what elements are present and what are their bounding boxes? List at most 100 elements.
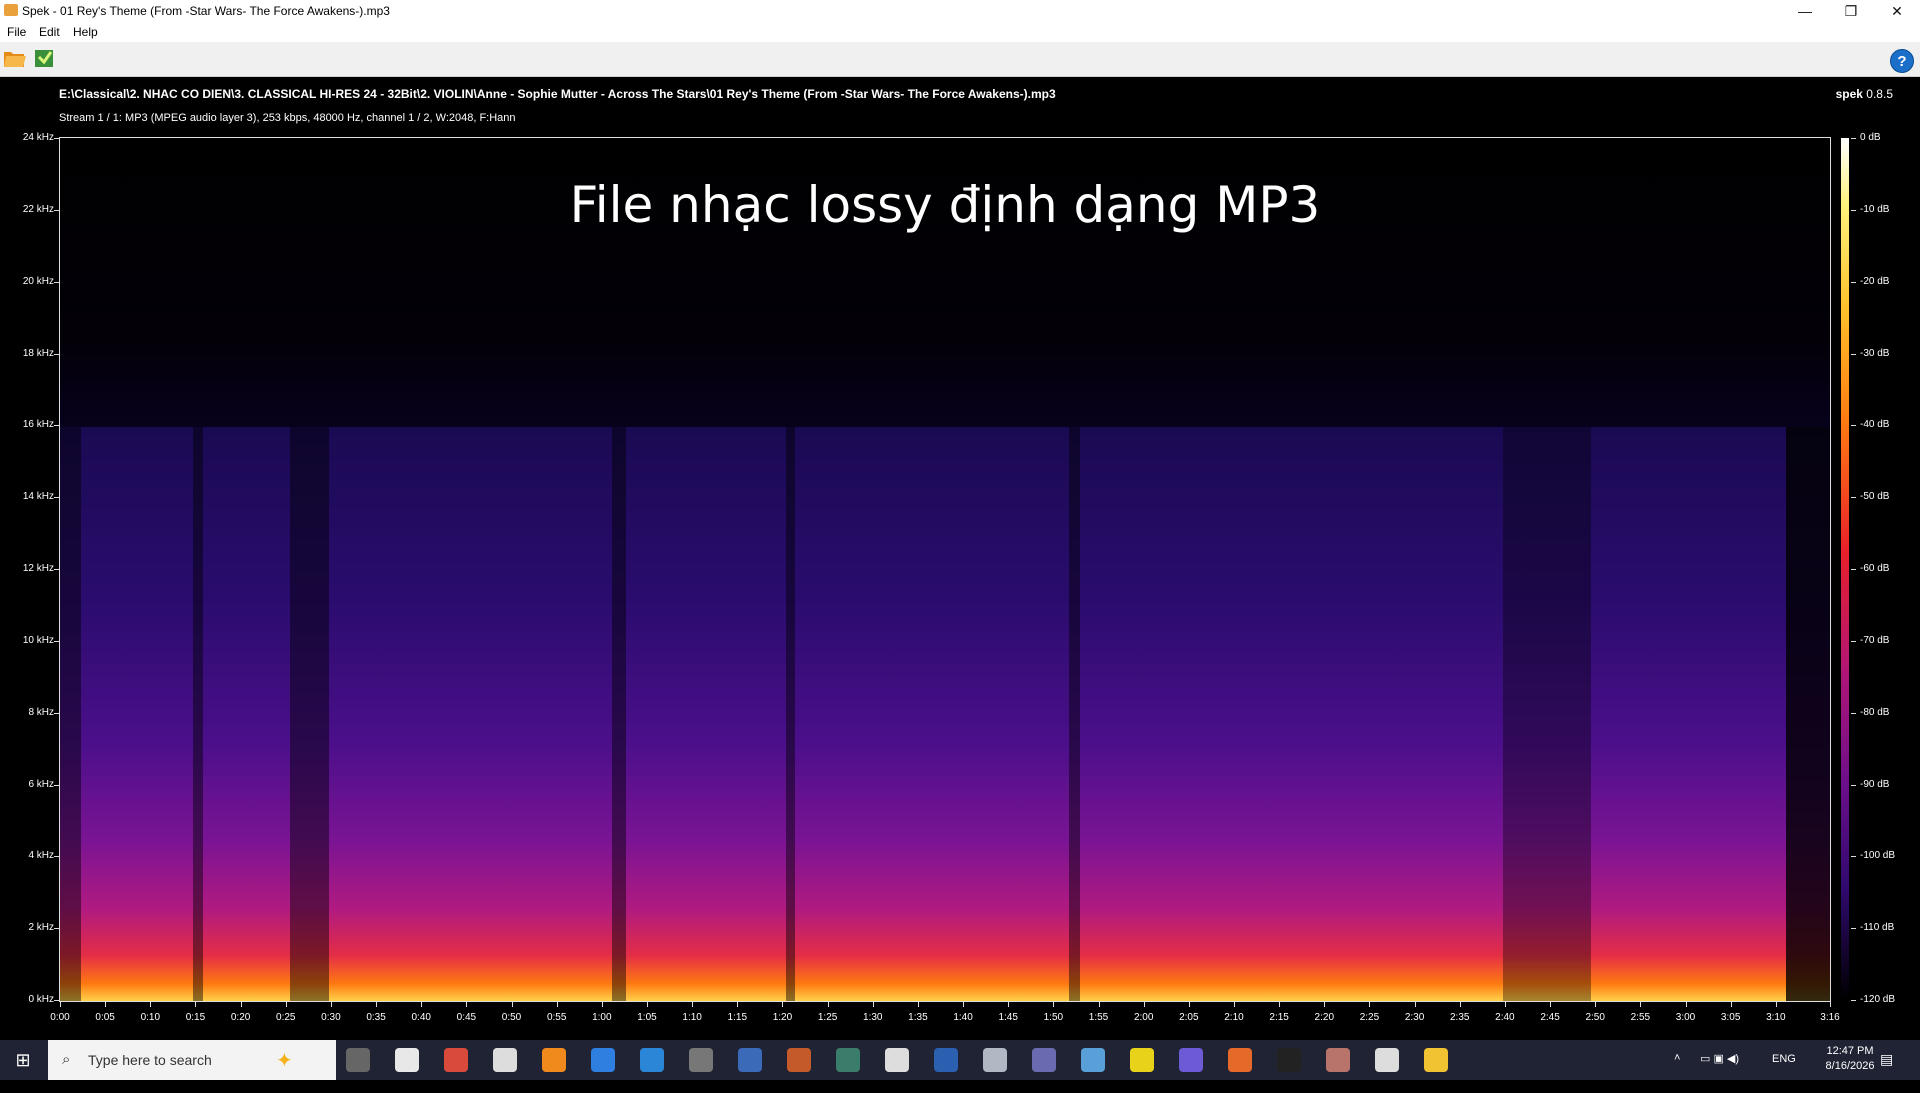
frequency-tick-label: 10 kHz (22, 634, 54, 646)
app-icon[interactable] (983, 1048, 1007, 1072)
time-tick (1369, 1001, 1371, 1007)
clock[interactable]: 12:47 PM 8/16/2026 (1820, 1045, 1880, 1085)
menu-help[interactable]: Help (73, 25, 98, 39)
time-tick (827, 1001, 829, 1007)
app-icon[interactable] (640, 1048, 664, 1072)
time-tick (1730, 1001, 1732, 1007)
time-tick-label: 1:25 (817, 1012, 838, 1023)
time-tick-label: 2:55 (1630, 1012, 1651, 1023)
time-tick-label: 0:40 (411, 1012, 431, 1023)
time-tick (1053, 1001, 1055, 1007)
time-tick-label: 2:30 (1404, 1012, 1425, 1023)
db-tick-label: -70 dB (1860, 634, 1890, 646)
app-icon[interactable] (1179, 1048, 1203, 1072)
app-icon[interactable] (493, 1048, 517, 1072)
time-tick (1414, 1001, 1416, 1007)
frequency-tick-label: 12 kHz (22, 563, 54, 574)
time-tick (1830, 1001, 1831, 1007)
menu-edit[interactable]: Edit (39, 25, 60, 39)
app-icon[interactable] (1130, 1048, 1154, 1072)
db-tick (1851, 209, 1856, 211)
app-icon[interactable] (738, 1048, 762, 1072)
file-explorer-icon[interactable] (1424, 1048, 1448, 1072)
time-tick-label: 3:16 (1820, 1012, 1840, 1023)
time-tick (421, 1001, 423, 1007)
time-tick-label: 1:40 (953, 1012, 973, 1023)
frequency-tick (54, 497, 59, 499)
db-tick (1851, 138, 1856, 139)
frequency-tick-label: 14 kHz (22, 491, 54, 503)
zalo-icon[interactable] (591, 1048, 615, 1072)
save-image-icon[interactable] (33, 47, 57, 69)
taskbar-search[interactable]: ⌕ Type here to search ✦ (48, 1040, 336, 1080)
word-icon[interactable] (934, 1048, 958, 1072)
close-button[interactable]: ✕ (1874, 0, 1920, 22)
vlc-icon[interactable] (542, 1048, 566, 1072)
folder-open-icon[interactable] (3, 47, 27, 69)
time-tick (240, 1001, 242, 1007)
time-tick (1504, 1001, 1506, 1007)
eac-icon[interactable] (689, 1048, 713, 1072)
time-tick (60, 1001, 61, 1007)
db-tick-label: -40 dB (1860, 419, 1890, 431)
help-icon[interactable]: ? (1890, 49, 1914, 73)
file-path: E:\Classical\2. NHAC CO DIEN\3. CLASSICA… (59, 87, 1056, 101)
menu-file[interactable]: File (7, 25, 26, 39)
overlay-annotation: File nhạc lossy định dạng MP3 (569, 176, 1321, 234)
tray-icons[interactable]: ▭ ▣ ◀) (1700, 1052, 1739, 1092)
frequency-tick (54, 353, 59, 355)
time-tick (150, 1001, 152, 1007)
app-icon[interactable] (787, 1048, 811, 1072)
time-tick-label: 2:25 (1359, 1012, 1380, 1023)
time-tick-label: 0:35 (366, 1012, 386, 1023)
db-tick-label: -120 dB (1860, 994, 1896, 1005)
time-tick (1008, 1001, 1010, 1007)
time-tick (1640, 1001, 1642, 1007)
app-icon[interactable] (1326, 1048, 1350, 1072)
time-tick-label: 0:00 (50, 1012, 70, 1023)
toolbar (0, 42, 1920, 77)
app-icon[interactable] (885, 1048, 909, 1072)
frequency-tick-label: 18 kHz (22, 347, 54, 359)
db-tick-label: -30 dB (1860, 347, 1890, 359)
restore-button[interactable]: ❐ (1828, 0, 1874, 22)
time-tick (1233, 1001, 1235, 1007)
time-tick (330, 1001, 332, 1007)
app-icon[interactable] (444, 1048, 468, 1072)
spek-app-icon (4, 4, 18, 16)
time-tick (782, 1001, 784, 1007)
task-view-icon[interactable] (346, 1048, 370, 1072)
app-icon[interactable] (1277, 1048, 1301, 1072)
time-tick-label: 1:45 (998, 1012, 1018, 1023)
notifications-icon[interactable]: ▤ (1880, 1051, 1893, 1091)
time-tick (601, 1001, 603, 1007)
db-tick (1851, 281, 1856, 283)
search-highlight-icon: ✦ (276, 1050, 293, 1072)
app-icon[interactable] (1081, 1048, 1105, 1072)
windows-start-icon[interactable]: ⊞ (0, 1040, 46, 1080)
time-tick-label: 2:00 (1133, 1012, 1154, 1023)
spectrogram-plot: File nhạc lossy định dạng MP3 (59, 137, 1831, 1002)
app-icon[interactable] (1228, 1048, 1252, 1072)
frequency-tick (54, 281, 59, 283)
spectrogram-quiet-columns (60, 427, 1830, 1001)
app-icon[interactable] (836, 1048, 860, 1072)
time-tick-label: 1:05 (637, 1012, 657, 1023)
minimize-button[interactable]: — (1782, 0, 1828, 22)
time-tick (511, 1001, 513, 1007)
frequency-tick-label: 20 kHz (22, 275, 54, 287)
frequency-tick-label: 4 kHz (28, 850, 54, 862)
time-tick-label: 1:35 (908, 1012, 928, 1023)
search-input[interactable]: Type here to search (88, 1052, 212, 1068)
language-indicator[interactable]: ENG (1772, 1053, 1796, 1093)
chrome-icon[interactable] (395, 1048, 419, 1072)
time-tick-label: 2:45 (1540, 1012, 1560, 1023)
db-tick (1851, 569, 1856, 570)
db-tick-label: -50 dB (1860, 491, 1890, 503)
app-icon[interactable] (1032, 1048, 1056, 1072)
app-icon[interactable] (1375, 1048, 1399, 1072)
show-hidden-icons[interactable]: ˄ (1674, 1052, 1680, 1092)
db-tick-label: -60 dB (1860, 563, 1890, 574)
window-title: Spek - 01 Rey's Theme (From -Star Wars- … (22, 4, 390, 18)
spectrogram-view: E:\Classical\2. NHAC CO DIEN\3. CLASSICA… (0, 77, 1920, 1040)
